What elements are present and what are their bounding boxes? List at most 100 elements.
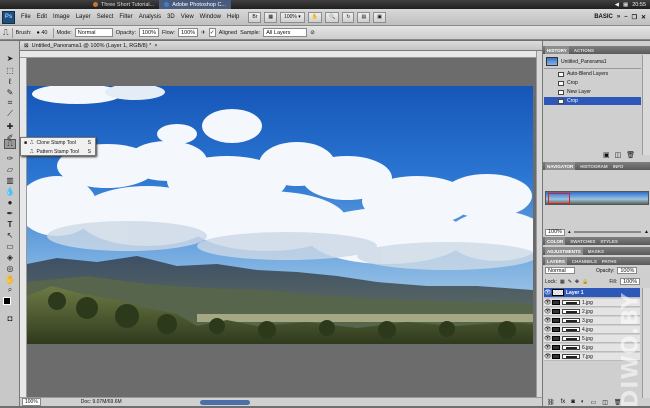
zoom-tool-icon[interactable]: ⌕ <box>4 285 16 295</box>
zoom-level-select[interactable]: 100% ▾ <box>280 11 305 23</box>
tab-styles[interactable]: STYLES <box>600 239 618 244</box>
link-layers-icon[interactable]: ⛓ <box>547 399 555 406</box>
status-zoom[interactable]: 100% <box>22 398 41 406</box>
eyedropper-tool-icon[interactable]: ⟋ <box>4 109 16 119</box>
hand-tool-icon[interactable]: ✋ <box>4 274 16 284</box>
lock-transparency-icon[interactable]: ▦ <box>560 279 565 285</box>
eye-icon[interactable]: 👁 <box>544 289 552 296</box>
lock-pixels-icon[interactable]: ✎ <box>568 279 572 285</box>
eraser-tool-icon[interactable]: ▱ <box>4 164 16 174</box>
eye-icon[interactable]: 👁 <box>544 335 552 342</box>
horizontal-scrollbar-thumb[interactable] <box>200 400 250 405</box>
screen-mode-button[interactable]: ▣ <box>373 11 386 23</box>
menu-view[interactable]: View <box>178 14 197 20</box>
history-item-selected[interactable]: Crop <box>544 97 641 105</box>
healing-brush-tool-icon[interactable]: ✚ <box>4 121 16 131</box>
crop-tool-icon[interactable]: ⌗ <box>4 98 16 108</box>
navigator-view-box[interactable] <box>548 193 570 204</box>
close-icon[interactable]: ✕ <box>641 14 646 21</box>
fill-input[interactable]: 100% <box>620 278 641 285</box>
dodge-tool-icon[interactable]: ● <box>4 197 16 207</box>
layer-style-icon[interactable]: fx <box>561 399 566 406</box>
rotate-view-button[interactable]: ↻ <box>342 11 355 23</box>
panorama-image[interactable] <box>27 86 533 344</box>
quick-select-tool-icon[interactable]: ✎ <box>4 87 16 97</box>
path-selection-tool-icon[interactable]: ↖ <box>4 230 16 240</box>
tab-paths[interactable]: PATHS <box>602 259 617 264</box>
restore-icon[interactable]: ❐ <box>632 14 637 21</box>
history-item[interactable]: New Layer <box>544 88 641 96</box>
blend-mode-select[interactable]: Normal <box>545 267 575 274</box>
menu-help[interactable]: Help <box>224 14 242 20</box>
tab-info[interactable]: INFO <box>613 164 624 169</box>
zoom-tool-button[interactable]: 🔍 <box>325 11 340 23</box>
tab-navigator[interactable]: NAVIGATOR <box>545 162 576 170</box>
eye-icon[interactable]: 👁 <box>544 353 552 360</box>
history-brush-tool-icon[interactable]: ✑ <box>4 153 16 163</box>
menu-layer[interactable]: Layer <box>73 14 94 20</box>
menu-3d[interactable]: 3D <box>164 14 178 20</box>
arrange-documents-button[interactable]: ▤ <box>357 11 371 23</box>
menu-file[interactable]: File <box>18 14 34 20</box>
opacity-input[interactable]: 100% <box>138 28 159 37</box>
navigator-thumbnail[interactable] <box>545 191 649 205</box>
new-layer-icon[interactable]: ◫ <box>602 399 608 406</box>
minimize-icon[interactable]: – <box>624 14 627 20</box>
tab-histogram[interactable]: HISTOGRAM <box>580 164 607 169</box>
volume-icon[interactable]: ◀ <box>615 2 619 8</box>
taskbar-tab-browser[interactable]: Three Short Tutorial... <box>88 0 159 9</box>
mode-select[interactable]: Normal <box>74 28 113 37</box>
close-document-icon[interactable]: × <box>154 43 157 49</box>
menu-analysis[interactable]: Analysis <box>136 14 164 20</box>
flyout-item-pattern-stamp[interactable]: ■ ⎍ Pattern Stamp Tool S <box>21 147 95 156</box>
pen-tool-icon[interactable]: ✒ <box>4 208 16 218</box>
new-snapshot-icon[interactable]: ◫ <box>615 151 622 159</box>
close-icon[interactable]: ⊠ <box>24 43 29 49</box>
tab-actions[interactable]: ACTIONS <box>574 48 594 53</box>
tab-swatches[interactable]: SWATCHES <box>570 239 595 244</box>
tab-history[interactable]: HISTORY <box>545 46 569 54</box>
flyout-item-clone-stamp[interactable]: ■ ⎍ Clone Stamp Tool S <box>21 138 95 147</box>
trash-icon[interactable]: 🗑 <box>626 151 635 159</box>
eye-icon[interactable]: 👁 <box>544 344 552 351</box>
type-tool-icon[interactable]: T <box>4 219 16 229</box>
lock-position-icon[interactable]: ✥ <box>575 279 579 285</box>
3d-rotate-tool-icon[interactable]: ◈ <box>4 252 16 262</box>
foreground-color-swatch[interactable] <box>3 297 11 305</box>
ignore-adjustment-icon[interactable]: ⊘ <box>310 30 315 36</box>
hand-tool-button[interactable]: ✋ <box>307 11 323 23</box>
eye-icon[interactable]: 👁 <box>544 317 552 324</box>
zoom-in-icon[interactable]: ▲ <box>644 229 649 235</box>
adjustment-layer-icon[interactable]: ◐ <box>581 399 585 406</box>
lasso-tool-icon[interactable]: ℓ <box>4 76 16 86</box>
eye-icon[interactable]: 👁 <box>544 308 552 315</box>
network-icon[interactable]: ▦ <box>623 2 628 8</box>
snapshot-from-state-icon[interactable]: ▣ <box>603 151 610 159</box>
gradient-tool-icon[interactable]: ▥ <box>4 175 16 185</box>
history-scrollbar[interactable] <box>642 55 650 155</box>
history-snapshot[interactable]: Untitled_Panorama1 <box>544 55 641 69</box>
tab-layers[interactable]: LAYERS <box>545 257 567 265</box>
tab-adjustments[interactable]: ADJUSTMENTS <box>545 247 583 255</box>
quick-mask-icon[interactable]: ◘ <box>4 313 16 323</box>
eye-icon[interactable]: 👁 <box>544 326 552 333</box>
zoom-out-icon[interactable]: ▴ <box>568 229 571 235</box>
menu-image[interactable]: Image <box>50 14 73 20</box>
tab-masks[interactable]: MASKS <box>588 249 604 254</box>
clone-stamp-tool-icon[interactable]: ⎍ <box>4 139 16 149</box>
history-item[interactable]: Auto-Blend Layers <box>544 70 641 78</box>
3d-orbit-tool-icon[interactable]: ◎ <box>4 263 16 273</box>
eye-icon[interactable]: 👁 <box>544 299 552 306</box>
document-tab[interactable]: ⊠ Untitled_Panorama1 @ 100% (Layer 1, RG… <box>20 41 542 51</box>
view-extras-button[interactable]: ▦ <box>264 11 278 23</box>
menu-filter[interactable]: Filter <box>116 14 135 20</box>
menu-edit[interactable]: Edit <box>34 14 50 20</box>
workspace-switcher[interactable]: BASIC » – ❐ ✕ <box>594 14 650 21</box>
lock-all-icon[interactable]: 🔒 <box>582 279 588 285</box>
blur-tool-icon[interactable]: 💧 <box>4 186 16 196</box>
flow-input[interactable]: 100% <box>178 28 199 37</box>
marquee-tool-icon[interactable]: ⬚ <box>4 65 16 75</box>
add-mask-icon[interactable]: ◙ <box>571 399 575 406</box>
shape-tool-icon[interactable]: ▭ <box>4 241 16 251</box>
taskbar-tab-photoshop[interactable]: Adobe Photoshop C... <box>159 0 232 9</box>
